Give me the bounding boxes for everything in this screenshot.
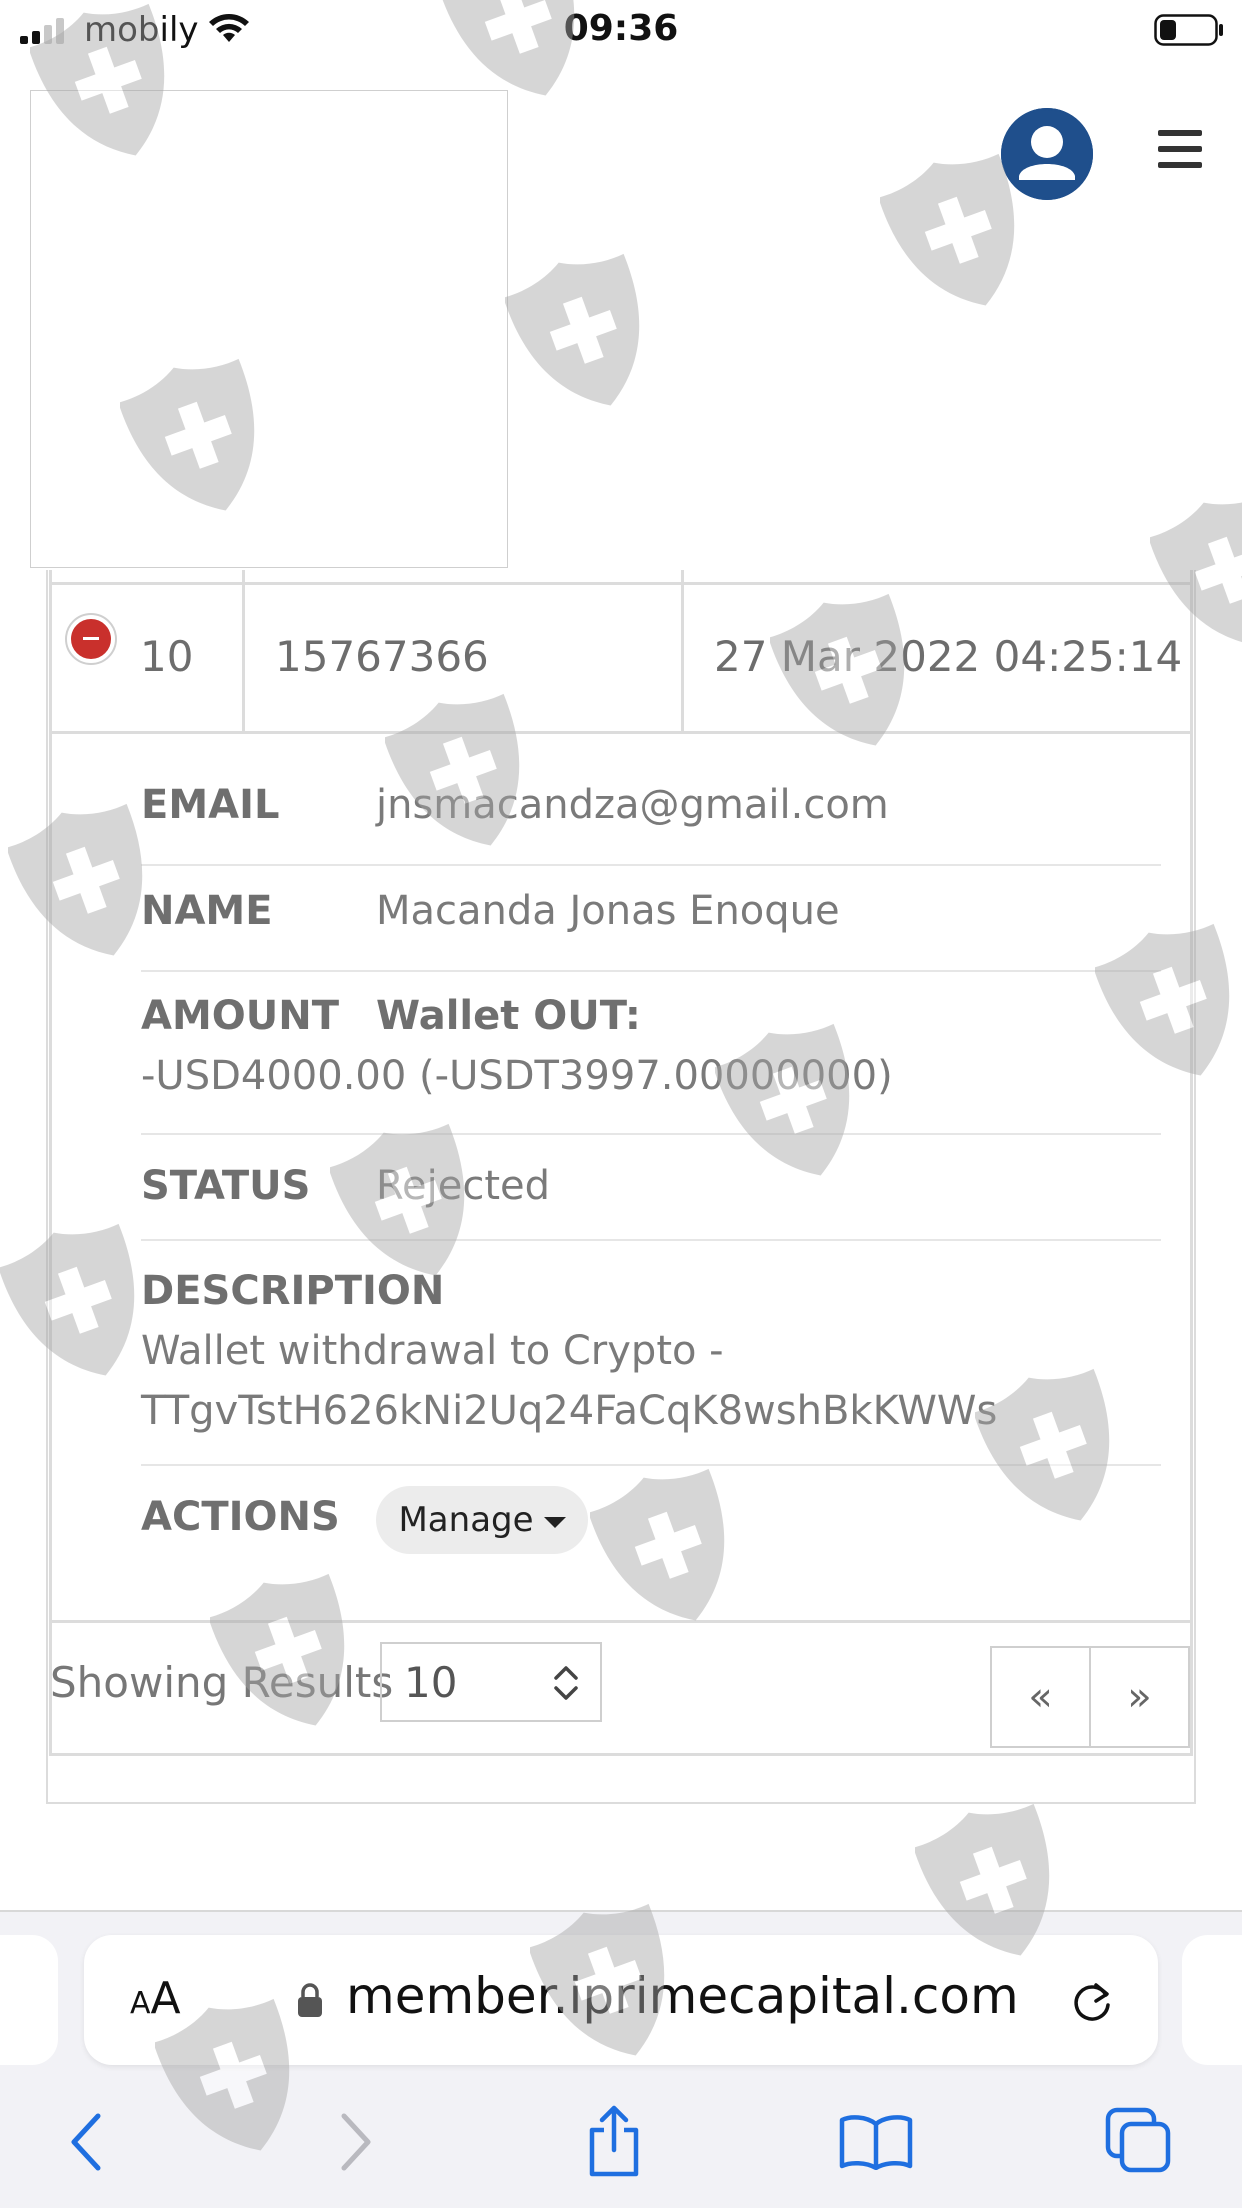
amount-value: -USD4000.00 (-USDT3997.00000000) [141,1053,893,1099]
bookmarks-icon[interactable] [838,2114,914,2170]
prev-page-button[interactable]: « [992,1648,1091,1746]
caret-down-icon [543,1516,566,1528]
description-line-1: Wallet withdrawal to Crypto - [141,1328,724,1374]
share-icon[interactable] [584,2104,644,2178]
page-size-value: 10 [404,1658,458,1707]
collapse-row-icon[interactable] [64,612,118,666]
actions-label: ACTIONS [141,1494,340,1540]
email-value: jnsmacandza@gmail.com [376,782,889,828]
page-size-select[interactable]: 10 [380,1642,602,1722]
reader-text-size-button[interactable]: AA [130,1973,181,2024]
next-page-button[interactable]: » [1091,1648,1188,1746]
row-index: 10 [140,632,194,681]
row-id: 15767366 [275,632,489,681]
avatar-icon[interactable] [1001,108,1093,200]
forward-icon[interactable] [338,2112,374,2172]
divider [49,1753,1193,1756]
email-label: EMAIL [141,782,280,828]
name-label: NAME [141,888,273,934]
hamburger-menu-icon[interactable] [1158,128,1204,170]
column-divider [242,570,245,734]
detail-name: NAME Macanda Jonas Enoque [141,888,1161,972]
divider [49,1620,1193,1623]
description-line-2: TTgvTstH626kNi2Uq24FaCqK8wshBkKWWs [141,1388,998,1434]
previous-tab-preview[interactable] [0,1935,58,2065]
back-icon[interactable] [68,2112,104,2172]
battery-icon [1154,14,1223,46]
amount-type: Wallet OUT: [376,993,641,1039]
detail-status: STATUS Rejected [141,1163,1161,1241]
next-tab-preview[interactable] [1182,1935,1242,2065]
detail-actions: ACTIONS [141,1494,340,1540]
manage-label: Manage [398,1500,534,1540]
row-datetime: 27 Mar 2022 04:25:14 [714,632,1183,681]
reload-icon[interactable] [1066,1975,1118,2027]
url-text[interactable]: member.iprimecapital.com [346,1967,1019,2025]
status-label: STATUS [141,1163,311,1209]
description-label: DESCRIPTION [141,1268,445,1314]
detail-email: EMAIL jnsmacandza@gmail.com [141,782,1161,866]
logo-placeholder [30,90,508,568]
showing-results-label: Showing Results [50,1658,394,1707]
detail-description: DESCRIPTION Wallet withdrawal to Crypto … [141,1268,1161,1466]
shield-watermark-icon [505,253,640,406]
status-time: 09:36 [563,8,679,49]
pagination: « » [990,1646,1190,1748]
status-value: Rejected [376,1163,551,1209]
status-bar: mobily 09:36 [0,0,1242,62]
tabs-icon[interactable] [1104,2106,1174,2176]
detail-amount: AMOUNT Wallet OUT: -USD4000.00 (-USDT399… [141,993,1161,1135]
column-divider [681,570,684,734]
address-bar[interactable]: AA member.iprimecapital.com [84,1935,1158,2065]
name-value: Macanda Jonas Enoque [376,888,840,934]
amount-label: AMOUNT [141,993,340,1039]
manage-dropdown-button[interactable]: Manage [376,1486,588,1554]
lock-icon [298,1983,322,2017]
select-arrows-icon [554,1666,578,1700]
